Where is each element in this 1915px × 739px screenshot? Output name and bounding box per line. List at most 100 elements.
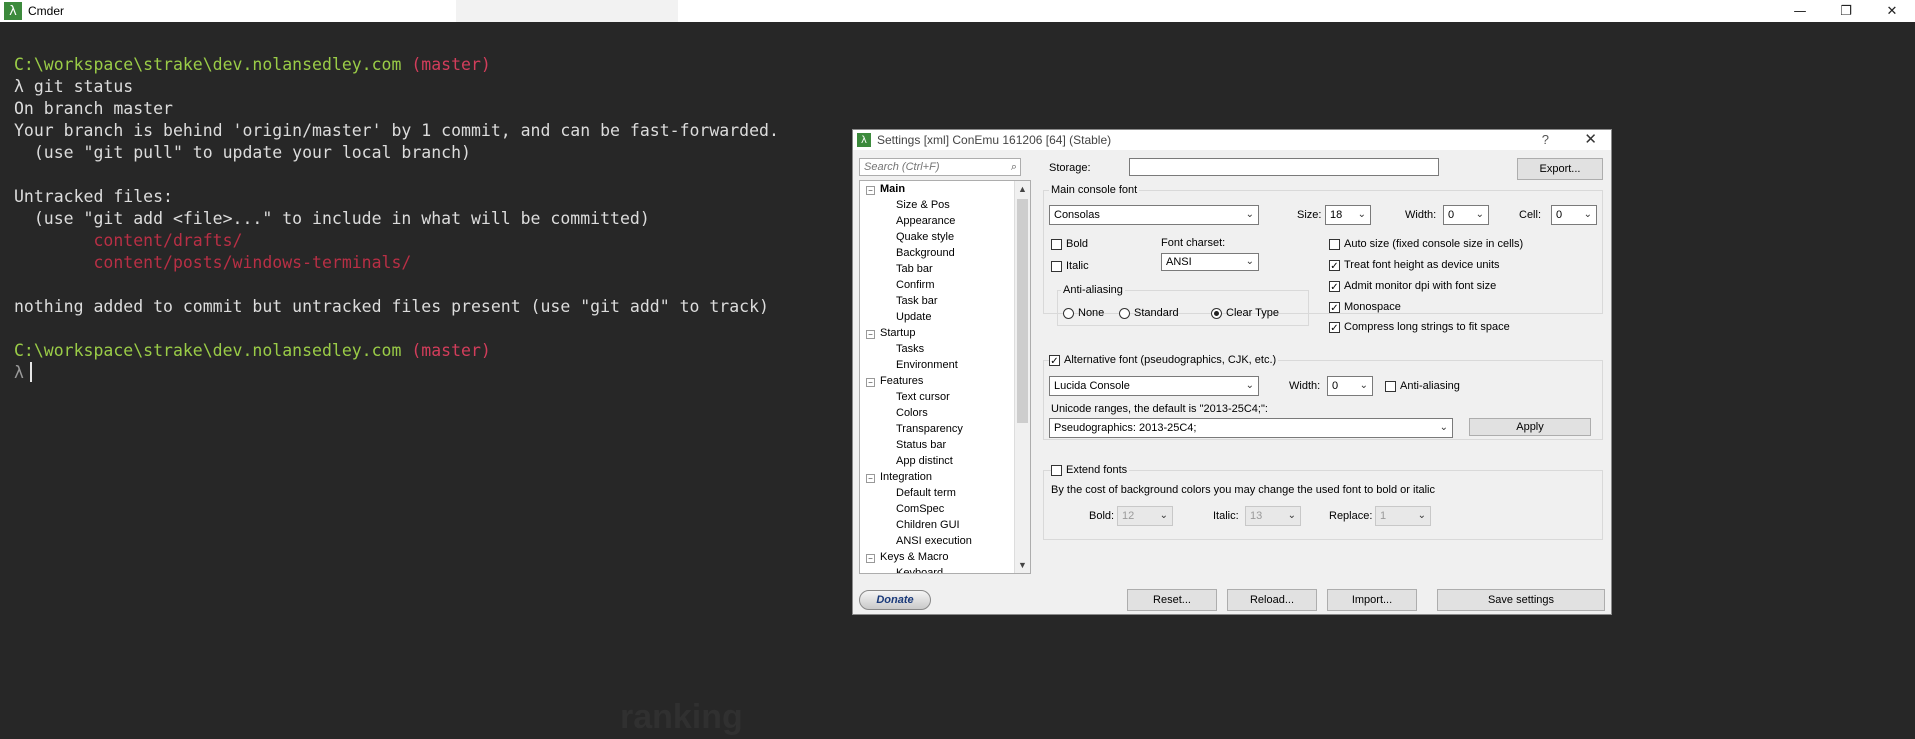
tree-collapse-icon[interactable]: − (866, 554, 875, 563)
extend-description: By the cost of background colors you may… (1051, 484, 1436, 496)
tree-item[interactable]: Keyboard (896, 567, 943, 573)
terminal-text: C:\workspace\strake\dev.nolansedley.com (14, 55, 412, 74)
aa-none-radio[interactable]: None (1063, 307, 1104, 319)
tree-item[interactable]: Background (896, 247, 955, 259)
tree-collapse-icon[interactable]: − (866, 330, 875, 339)
checkbox-box[interactable] (1051, 238, 1062, 250)
checkbox-box[interactable]: ✓ (1329, 301, 1340, 314)
tree-item[interactable]: Colors (896, 407, 928, 419)
tree-item[interactable]: Update (896, 311, 931, 323)
settings-dialog: λ Settings [xml] ConEmu 161206 [64] (Sta… (852, 129, 1612, 615)
search-input[interactable] (860, 159, 1008, 175)
checkbox-box[interactable]: ✓ (1049, 354, 1060, 367)
cmder-lambda-icon: λ (4, 2, 22, 20)
dialog-close-icon[interactable]: ✕ (1584, 130, 1597, 148)
save-settings-button[interactable]: Save settings (1437, 589, 1605, 611)
monospace-checkbox[interactable]: ✓ Monospace (1329, 301, 1401, 314)
radio-dot[interactable] (1211, 307, 1222, 319)
tree-item[interactable]: Keys & Macro (880, 551, 948, 563)
tree-collapse-icon[interactable]: − (866, 186, 875, 195)
tree-item[interactable]: Tab bar (896, 263, 933, 275)
checkbox-box[interactable]: ✓ (1329, 259, 1340, 272)
alt-width-select[interactable]: 0 ⌄ (1327, 376, 1373, 396)
tree-item[interactable]: Features (880, 375, 923, 387)
checkbox-box[interactable] (1385, 380, 1396, 392)
radio-dot[interactable] (1063, 307, 1074, 319)
tree-item[interactable]: Environment (896, 359, 958, 371)
bold-checkbox[interactable]: Bold (1051, 238, 1088, 250)
italic-checkbox[interactable]: Italic (1051, 260, 1089, 272)
aa-standard-radio[interactable]: Standard (1119, 307, 1179, 319)
donate-button[interactable]: Donate (859, 590, 931, 610)
extend-fonts-checkbox[interactable]: Extend fonts (1051, 464, 1130, 476)
tree-item[interactable]: App distinct (896, 455, 953, 467)
reset-button[interactable]: Reset... (1127, 589, 1217, 611)
alt-font-select[interactable]: Lucida Console ⌄ (1049, 376, 1259, 396)
help-icon[interactable]: ? (1542, 132, 1549, 147)
checkbox-box[interactable] (1329, 238, 1340, 250)
tree-item[interactable]: Main (880, 183, 905, 195)
compress-checkbox[interactable]: ✓ Compress long strings to fit space (1329, 321, 1510, 334)
tree-item[interactable]: Size & Pos (896, 199, 950, 211)
alt-font-checkbox[interactable]: ✓ Alternative font (pseudographics, CJK, … (1049, 354, 1279, 367)
tree-scrollbar[interactable]: ▲ ▼ (1014, 181, 1030, 573)
scroll-thumb[interactable] (1017, 199, 1028, 423)
cell-select[interactable]: 0 ⌄ (1551, 205, 1597, 225)
tree-item[interactable]: Children GUI (896, 519, 960, 531)
scroll-up-icon[interactable]: ▲ (1015, 181, 1030, 197)
tree-item[interactable]: Quake style (896, 231, 954, 243)
tree-collapse-icon[interactable]: − (866, 474, 875, 483)
terminal-text: (master) (411, 55, 491, 74)
checkbox-box[interactable]: ✓ (1329, 321, 1340, 334)
auto-size-checkbox[interactable]: Auto size (fixed console size in cells) (1329, 238, 1523, 250)
tree-item[interactable]: Appearance (896, 215, 955, 227)
restore-icon[interactable]: ❐ (1823, 0, 1869, 22)
tree-item[interactable]: Default term (896, 487, 956, 499)
alt-aa-checkbox[interactable]: Anti-aliasing (1385, 380, 1460, 392)
storage-field[interactable] (1129, 158, 1439, 176)
tree-item[interactable]: Task bar (896, 295, 938, 307)
tree-item[interactable]: Text cursor (896, 391, 950, 403)
unicode-select[interactable]: Pseudographics: 2013-25C4; ⌄ (1049, 418, 1453, 438)
background-ghost-text: ranking (620, 698, 743, 736)
checkbox-box[interactable]: ✓ (1329, 280, 1340, 293)
size-select[interactable]: 18 ⌄ (1325, 205, 1371, 225)
size-label: Size: (1297, 209, 1322, 221)
tree-item[interactable]: Integration (880, 471, 932, 483)
close-icon[interactable]: ✕ (1869, 0, 1915, 22)
admit-dpi-checkbox[interactable]: ✓ Admit monitor dpi with font size (1329, 280, 1497, 293)
terminal-line: λ git status (14, 76, 779, 98)
treat-height-checkbox[interactable]: ✓ Treat font height as device units (1329, 259, 1500, 272)
admit-dpi-label: Admit monitor dpi with font size (1344, 280, 1497, 292)
charset-select[interactable]: ANSI ⌄ (1161, 253, 1259, 271)
tree-item[interactable]: Confirm (896, 279, 935, 291)
apply-button[interactable]: Apply (1469, 418, 1591, 436)
settings-tree[interactable]: ▲ ▼ − Main Size & Pos Appearance Quake style… (859, 180, 1031, 574)
terminal-prompt-line[interactable]: λ (14, 362, 779, 384)
tree-collapse-icon[interactable]: − (866, 378, 875, 387)
reload-button[interactable]: Reload... (1227, 589, 1317, 611)
terminal-text: (master) (411, 341, 491, 360)
tree-item[interactable]: Transparency (896, 423, 963, 435)
tree-item[interactable]: Tasks (896, 343, 924, 355)
scroll-down-icon[interactable]: ▼ (1015, 557, 1030, 573)
width-select[interactable]: 0 ⌄ (1443, 205, 1489, 225)
main-font-select[interactable]: Consolas ⌄ (1049, 205, 1259, 225)
window-titlebar: λ Cmder — ❐ ✕ (0, 0, 1915, 22)
titlebar-tab-area (456, 0, 678, 22)
minimize-icon[interactable]: — (1777, 0, 1823, 22)
search-icon[interactable]: ⌕ (1011, 160, 1017, 174)
import-button[interactable]: Import... (1327, 589, 1417, 611)
export-button[interactable]: Export... (1517, 158, 1603, 180)
terminal-output: C:\workspace\strake\dev.nolansedley.com … (14, 54, 779, 384)
checkbox-box[interactable] (1051, 464, 1062, 476)
aa-cleartype-radio[interactable]: Clear Type (1211, 307, 1279, 319)
tree-item[interactable]: ANSI execution (896, 535, 972, 547)
tree-item[interactable]: Status bar (896, 439, 946, 451)
tree-item[interactable]: Startup (880, 327, 915, 339)
settings-search[interactable]: ⌕ (859, 158, 1021, 176)
tree-item[interactable]: ComSpec (896, 503, 944, 515)
radio-dot[interactable] (1119, 307, 1130, 319)
checkbox-box[interactable] (1051, 260, 1062, 272)
